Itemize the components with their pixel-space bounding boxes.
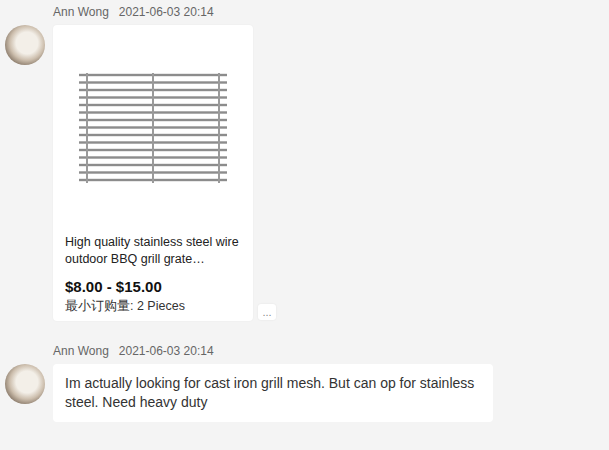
chat-message: Ann Wong 2021-06-03 20:14 Im actually look… <box>0 343 609 422</box>
message-time: 2021-06-03 20:14 <box>119 4 214 20</box>
avatar[interactable] <box>5 364 45 404</box>
sender-name: Ann Wong <box>53 343 109 359</box>
product-image[interactable] <box>53 25 253 230</box>
message-time: 2021-06-03 20:14 <box>119 343 214 359</box>
message-bubble: Im actually looking for cast iron grill … <box>53 364 493 422</box>
minimum-order: 最小订购量: 2 Pieces <box>53 297 253 315</box>
message-header: Ann Wong 2021-06-03 20:14 <box>53 343 609 359</box>
sender-name: Ann Wong <box>53 4 109 20</box>
product-card[interactable]: High quality stainless steel wire outdoo… <box>53 25 253 321</box>
avatar[interactable] <box>5 25 45 65</box>
product-title[interactable]: High quality stainless steel wire outdoo… <box>53 230 253 268</box>
message-row: High quality stainless steel wire outdoo… <box>0 25 609 321</box>
message-header: Ann Wong 2021-06-03 20:14 <box>53 4 609 20</box>
more-button[interactable]: ... <box>258 304 276 320</box>
product-wrap: High quality stainless steel wire outdoo… <box>53 25 276 321</box>
grill-grate-icon <box>79 72 227 184</box>
chat-view: Ann Wong 2021-06-03 20:14 High quality sta… <box>0 0 609 444</box>
chat-message: Ann Wong 2021-06-03 20:14 High quality sta… <box>0 4 609 321</box>
product-price: $8.00 - $15.00 <box>53 268 253 297</box>
message-row: Im actually looking for cast iron grill … <box>0 364 609 422</box>
